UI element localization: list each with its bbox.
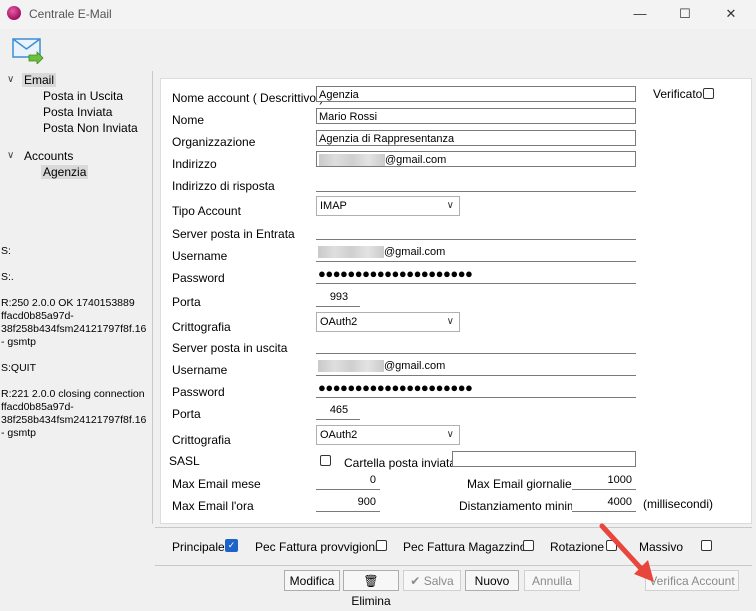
cartella-label: Cartella posta inviata <box>344 456 457 470</box>
chevron-down-icon: ∨ <box>446 429 454 440</box>
distanziamento-input[interactable]: 4000 <box>572 494 636 512</box>
crittografia-out-select[interactable]: OAuth2 ∨ <box>316 425 460 445</box>
password-in-label: Password <box>172 271 225 285</box>
porta-in-input[interactable]: 993 <box>316 289 360 307</box>
log-line: S:. <box>1 271 14 283</box>
porta-out-input[interactable]: 465 <box>316 402 360 420</box>
log-line: S:QUIT <box>1 362 37 374</box>
crittografia-in-value: OAuth2 <box>320 316 358 328</box>
max-ora-label: Max Email l'ora <box>172 499 254 513</box>
redacted-text <box>318 360 384 373</box>
organizzazione-input[interactable]: Agenzia di Rappresentanza <box>316 130 636 146</box>
log-line: R:221 2.0.0 closing connection ffacd0b85… <box>1 388 147 439</box>
pec-provvigioni-label: Pec Fattura provvigioni <box>255 540 378 554</box>
annulla-button[interactable]: Annulla <box>524 570 580 591</box>
crittografia-out-value: OAuth2 <box>320 429 358 441</box>
nome-account-label: Nome account ( Descrittivo ) <box>172 91 324 105</box>
tree-item-email[interactable]: Email <box>22 73 57 87</box>
elimina-button[interactable]: 🗑 Elimina <box>343 570 399 608</box>
indirizzo-risposta-input[interactable] <box>316 174 636 192</box>
tipo-account-value: IMAP <box>320 200 347 212</box>
pec-provvigioni-checkbox[interactable] <box>376 540 387 551</box>
nome-account-input[interactable]: Agenzia <box>316 86 636 102</box>
username-out-domain: @gmail.com <box>384 360 446 372</box>
server-entrata-label: Server posta in Entrata <box>172 227 295 241</box>
toolbar <box>0 29 756 71</box>
indirizzo-label: Indirizzo <box>172 157 217 171</box>
tree-item-posta-in-uscita[interactable]: Posta in Uscita <box>43 89 123 103</box>
log-line: R:250 2.0.0 OK 1740153889 ffacd0b85a97d-… <box>1 297 147 348</box>
principale-label: Principale <box>172 540 225 554</box>
max-mese-input[interactable]: 0 <box>316 472 380 490</box>
password-out-input[interactable]: ●●●●●●●●●●●●●●●●●●●●● <box>316 380 636 398</box>
pec-magazzino-checkbox[interactable] <box>523 540 534 551</box>
sasl-label: SASL <box>169 454 200 468</box>
server-uscita-label: Server posta in uscita <box>172 341 288 355</box>
massivo-checkbox[interactable] <box>701 540 712 551</box>
annotation-arrow-icon <box>599 523 654 582</box>
username-out-label: Username <box>172 363 228 377</box>
sasl-checkbox[interactable] <box>320 455 331 466</box>
send-mail-icon[interactable] <box>12 36 44 64</box>
distanziamento-label: Distanziamento minimo <box>459 499 584 513</box>
crittografia-in-label: Crittografia <box>172 320 231 334</box>
indirizzo-domain: @gmail.com <box>385 154 447 166</box>
chevron-down-icon: ∨ <box>446 316 454 327</box>
tree-item-agenzia[interactable]: Agenzia <box>41 165 89 179</box>
chevron-down-icon[interactable]: ∨ <box>7 150 14 161</box>
redacted-text <box>318 246 384 259</box>
modifica-button[interactable]: Modifica <box>284 570 340 591</box>
minimize-button[interactable]: — <box>617 0 663 29</box>
tree-item-posta-non-inviata[interactable]: Posta Non Inviata <box>43 121 138 135</box>
tree-item-posta-inviata[interactable]: Posta Inviata <box>43 105 112 119</box>
maximize-button[interactable]: ☐ <box>662 0 708 29</box>
server-uscita-input[interactable] <box>316 336 636 354</box>
max-mese-label: Max Email mese <box>172 477 261 491</box>
log-line: S: <box>1 245 11 257</box>
server-entrata-input[interactable] <box>316 222 636 240</box>
indirizzo-risposta-label: Indirizzo di risposta <box>172 179 275 193</box>
crittografia-out-label: Crittografia <box>172 433 231 447</box>
organizzazione-label: Organizzazione <box>172 135 256 149</box>
username-in-input[interactable]: @gmail.com <box>316 244 636 262</box>
porta-in-label: Porta <box>172 295 201 309</box>
indirizzo-input[interactable]: @gmail.com <box>316 151 636 167</box>
nuovo-button[interactable]: Nuovo <box>465 570 519 591</box>
password-in-input[interactable]: ●●●●●●●●●●●●●●●●●●●●● <box>316 266 636 284</box>
elimina-label: Elimina <box>351 594 391 608</box>
check-icon: ✔ <box>410 574 421 588</box>
tree-item-accounts[interactable]: Accounts <box>24 149 73 163</box>
username-in-domain: @gmail.com <box>384 246 446 258</box>
nome-input[interactable]: Mario Rossi <box>316 108 636 124</box>
max-giornaliere-input[interactable]: 1000 <box>572 472 636 490</box>
porta-out-label: Porta <box>172 407 201 421</box>
password-out-label: Password <box>172 385 225 399</box>
nome-label: Nome <box>172 113 205 127</box>
trash-icon: 🗑 <box>363 574 379 588</box>
window-title: Centrale E-Mail <box>29 7 112 21</box>
crittografia-in-select[interactable]: OAuth2 ∨ <box>316 312 460 332</box>
username-out-input[interactable]: @gmail.com <box>316 358 636 376</box>
redacted-text <box>319 154 385 166</box>
salva-button[interactable]: ✔ Salva <box>403 570 461 591</box>
max-giornaliere-label: Max Email giornaliere <box>467 477 583 491</box>
pec-magazzino-label: Pec Fattura Magazzino <box>403 540 527 554</box>
chevron-down-icon: ∨ <box>446 200 454 211</box>
app-icon <box>7 6 21 20</box>
close-button[interactable]: ✕ <box>708 0 754 29</box>
salva-label: Salva <box>423 574 454 588</box>
tipo-account-select[interactable]: IMAP ∨ <box>316 196 460 216</box>
chevron-down-icon[interactable]: ∨ <box>7 74 14 85</box>
max-ora-input[interactable]: 900 <box>316 494 380 512</box>
cartella-input[interactable] <box>452 451 636 467</box>
millisecondi-label: (millisecondi) <box>643 497 714 511</box>
verificato-checkbox[interactable] <box>703 88 714 99</box>
principale-checkbox[interactable]: ✓ <box>225 539 238 552</box>
tipo-account-label: Tipo Account <box>172 204 241 218</box>
verificato-label: Verificato <box>653 87 703 101</box>
username-in-label: Username <box>172 249 228 263</box>
